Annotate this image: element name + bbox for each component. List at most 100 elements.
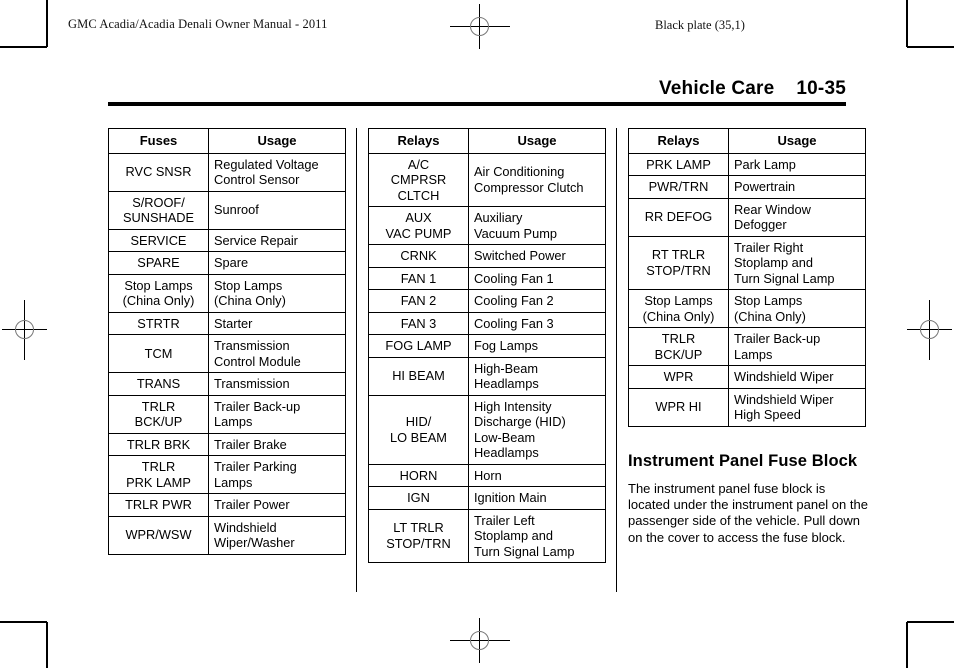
relay-name: HID/ LO BEAM xyxy=(368,394,469,465)
table-row: S/ROOF/ SUNSHADE Sunroof xyxy=(108,190,346,230)
instrument-panel-fuse-block-section: Instrument Panel Fuse Block The instrume… xyxy=(628,452,868,546)
relay-name: CRNK xyxy=(368,244,469,268)
relay-usage: Auxiliary Vacuum Pump xyxy=(468,206,606,245)
relay-usage: Powertrain xyxy=(728,175,866,199)
relay-name: IGN xyxy=(368,486,469,510)
column-header-key: Relays xyxy=(628,128,729,154)
column-header-key: Fuses xyxy=(108,128,209,154)
relay-usage: Ignition Main xyxy=(468,486,606,510)
fuse-usage: Starter xyxy=(208,311,346,335)
fuse-name: TRANS xyxy=(108,372,209,396)
fuse-usage: Transmission Control Module xyxy=(208,334,346,373)
relay-name: TRLR BCK/UP xyxy=(628,327,729,366)
fuse-usage: Trailer Parking Lamps xyxy=(208,455,346,494)
registration-mark-left xyxy=(2,300,47,360)
fuse-name: TRLR BRK xyxy=(108,432,209,456)
crop-mark-top-left-horizontal xyxy=(0,46,47,48)
fuse-name: TRLR PWR xyxy=(108,493,209,517)
fuse-name: WPR/WSW xyxy=(108,515,209,555)
table-row: AUX VAC PUMP Auxiliary Vacuum Pump xyxy=(368,206,606,245)
header-rule xyxy=(108,102,846,106)
table-row: TRLR PWR Trailer Power xyxy=(108,493,346,517)
registration-mark-right xyxy=(907,300,952,360)
relay-name: AUX VAC PUMP xyxy=(368,206,469,245)
relays-table-2: Relays Usage PRK LAMP Park Lamp PWR/TRN Po… xyxy=(628,128,866,427)
fuse-name: SPARE xyxy=(108,251,209,275)
table-row: FAN 2 Cooling Fan 2 xyxy=(368,289,606,313)
relay-name: LT TRLR STOP/TRN xyxy=(368,508,469,563)
fuse-name: RVC SNSR xyxy=(108,152,209,192)
table-row: FAN 3 Cooling Fan 3 xyxy=(368,311,606,335)
relay-name: FOG LAMP xyxy=(368,334,469,358)
fuse-name: S/ROOF/ SUNSHADE xyxy=(108,190,209,230)
table-row: TRLR PRK LAMP Trailer Parking Lamps xyxy=(108,455,346,494)
table-row: A/C CMPRSR CLTCH Air Conditioning Compres… xyxy=(368,152,606,207)
relay-usage: Cooling Fan 3 xyxy=(468,311,606,335)
crop-mark-top-right-vertical xyxy=(906,0,908,47)
fuse-usage: Windshield Wiper/Washer xyxy=(208,515,346,555)
table-row: RR DEFOG Rear Window Defogger xyxy=(628,197,866,237)
relay-name: FAN 1 xyxy=(368,266,469,290)
crop-mark-bottom-right-horizontal xyxy=(907,621,954,623)
table-header-row: Fuses Usage xyxy=(108,128,346,154)
relay-usage: Cooling Fan 2 xyxy=(468,289,606,313)
fuse-name: Stop Lamps (China Only) xyxy=(108,273,209,313)
relay-usage: Stop Lamps (China Only) xyxy=(728,289,866,328)
fuse-name: SERVICE xyxy=(108,228,209,252)
fuse-name: TCM xyxy=(108,334,209,373)
relay-name: FAN 3 xyxy=(368,311,469,335)
relay-usage: Park Lamp xyxy=(728,152,866,176)
fuse-usage: Regulated Voltage Control Sensor xyxy=(208,152,346,192)
page-title: Vehicle Care xyxy=(658,78,775,99)
table-header-row: Relays Usage xyxy=(628,128,866,154)
column-header-usage: Usage xyxy=(468,128,606,154)
fuse-usage: Transmission xyxy=(208,372,346,396)
table-row: STRTR Starter xyxy=(108,311,346,335)
relay-usage: Fog Lamps xyxy=(468,334,606,358)
registration-mark-bottom xyxy=(450,618,510,663)
relay-usage: High Intensity Discharge (HID) Low-Beam … xyxy=(468,394,606,465)
table-row: LT TRLR STOP/TRN Trailer Left Stoplamp an… xyxy=(368,508,606,563)
table-row: WPR Windshield Wiper xyxy=(628,365,866,389)
relay-usage: High-Beam Headlamps xyxy=(468,356,606,396)
table-row: RT TRLR STOP/TRN Trailer Right Stoplamp a… xyxy=(628,235,866,290)
table-row: TCM Transmission Control Module xyxy=(108,334,346,373)
fuse-name: TRLR BCK/UP xyxy=(108,394,209,434)
fuse-usage: Service Repair xyxy=(208,228,346,252)
table-row: TRLR BRK Trailer Brake xyxy=(108,432,346,456)
section-body-text: The instrument panel fuse block is locat… xyxy=(628,480,868,545)
black-plate-label: Black plate (35,1) xyxy=(655,18,745,32)
table-row: FAN 1 Cooling Fan 1 xyxy=(368,266,606,290)
table-row: WPR HI Windshield Wiper High Speed xyxy=(628,387,866,427)
relay-name: HI BEAM xyxy=(368,356,469,396)
table-row: HORN Horn xyxy=(368,463,606,487)
running-head: GMC Acadia/Acadia Denali Owner Manual - … xyxy=(68,17,328,31)
crop-mark-top-right-horizontal xyxy=(907,46,954,48)
relay-usage: Windshield Wiper High Speed xyxy=(728,387,866,427)
table-header-row: Relays Usage xyxy=(368,128,606,154)
crop-mark-bottom-right-vertical xyxy=(906,622,908,668)
fuse-usage: Trailer Power xyxy=(208,493,346,517)
relay-name: RR DEFOG xyxy=(628,197,729,237)
registration-mark-top xyxy=(450,4,510,49)
fuses-table: Fuses Usage RVC SNSR Regulated Voltage Co… xyxy=(108,128,346,555)
fuse-usage: Trailer Back-up Lamps xyxy=(208,394,346,434)
column-header-usage: Usage xyxy=(728,128,866,154)
page-number: 10-35 xyxy=(796,78,846,99)
table-row: FOG LAMP Fog Lamps xyxy=(368,334,606,358)
table-row: HI BEAM High-Beam Headlamps xyxy=(368,356,606,396)
fuse-usage: Trailer Brake xyxy=(208,432,346,456)
relay-usage: Trailer Back-up Lamps xyxy=(728,327,866,366)
relay-usage: Horn xyxy=(468,463,606,487)
table-row: HID/ LO BEAM High Intensity Discharge (HI… xyxy=(368,394,606,465)
relay-name: PRK LAMP xyxy=(628,152,729,176)
section-heading: Instrument Panel Fuse Block xyxy=(628,452,858,470)
table-row: Stop Lamps (China Only) Stop Lamps (China… xyxy=(108,273,346,313)
relay-usage: Trailer Right Stoplamp and Turn Signal L… xyxy=(728,235,866,290)
fuse-usage: Stop Lamps (China Only) xyxy=(208,273,346,313)
table-row: WPR/WSW Windshield Wiper/Washer xyxy=(108,515,346,555)
crop-mark-bottom-left-horizontal xyxy=(0,621,47,623)
relay-usage: Cooling Fan 1 xyxy=(468,266,606,290)
column-header-key: Relays xyxy=(368,128,469,154)
relays-table-1: Relays Usage A/C CMPRSR CLTCH Air Conditi… xyxy=(368,128,606,563)
